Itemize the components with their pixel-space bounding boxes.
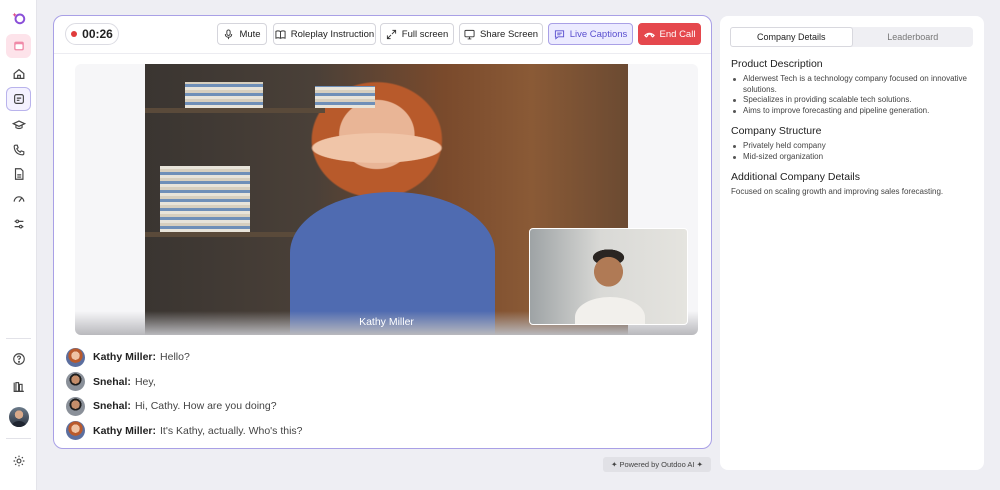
shelf-shape	[145, 232, 305, 237]
gear-icon[interactable]	[6, 449, 31, 473]
company-structure-list: Privately held company Mid-sized organiz…	[731, 141, 971, 162]
roleplay-instruction-button[interactable]: Roleplay Instruction	[273, 23, 376, 45]
transcript-list: Kathy Miller: Hello? Snehal: Hey, Snehal…	[66, 345, 686, 443]
tab-company-details[interactable]: Company Details	[730, 27, 853, 47]
hang-up-icon	[643, 32, 655, 38]
share-screen-label: Share Screen	[479, 28, 539, 40]
analytics-icon[interactable]	[6, 187, 31, 211]
pip-shirt-shape	[575, 297, 645, 324]
additional-details-text: Focused on scaling growth and improving …	[731, 187, 944, 196]
sidebar-divider	[6, 338, 31, 339]
end-call-button[interactable]: End Call	[638, 23, 701, 45]
speaker-name: Snehal:	[93, 375, 131, 388]
help-icon[interactable]	[6, 347, 31, 371]
books-shape	[315, 86, 375, 108]
books-shape	[185, 82, 263, 108]
transcript-line: Kathy Miller: It's Kathy, actually. Who'…	[66, 419, 686, 444]
section-title: Additional Company Details	[731, 171, 860, 183]
full-screen-button[interactable]: Full screen	[380, 23, 454, 45]
book-icon	[275, 29, 286, 39]
home-icon[interactable]	[6, 62, 31, 86]
mute-label: Mute	[239, 28, 261, 40]
microphone-icon	[225, 28, 233, 39]
video-area: Kathy Miller	[75, 64, 698, 335]
roleplay-icon[interactable]	[6, 87, 31, 111]
roleplay-instruction-label: Roleplay Instruction	[290, 28, 375, 40]
books-shape	[160, 166, 250, 232]
additional-details-section: Additional Company Details Focused on sc…	[731, 171, 971, 198]
transcript-line: Snehal: Hey,	[66, 370, 686, 395]
speaker-name: Snehal:	[93, 400, 131, 413]
product-description-section: Product Description Alderwest Tech is a …	[731, 58, 971, 116]
expand-icon	[386, 29, 396, 39]
kathy-avatar	[66, 347, 85, 367]
list-item: Aims to improve forecasting and pipeline…	[731, 106, 971, 117]
list-item: Alderwest Tech is a technology company f…	[731, 74, 971, 95]
live-captions-button[interactable]: Live Captions	[548, 23, 633, 45]
learning-icon[interactable]	[6, 113, 31, 137]
speaker-name: Kathy Miller:	[93, 351, 157, 364]
panel-tabs: Company Details Leaderboard	[730, 27, 973, 47]
self-view-video[interactable]	[529, 228, 688, 325]
section-title: Product Description	[731, 58, 823, 70]
captions-icon	[554, 29, 564, 40]
list-item: Mid-sized organization	[731, 152, 971, 163]
full-screen-label: Full screen	[401, 28, 449, 40]
list-item: Privately held company	[731, 141, 971, 152]
mute-button[interactable]: Mute	[217, 23, 267, 45]
transcript-line: Snehal: Hi, Cathy. How are you doing?	[66, 394, 686, 419]
settings-sliders-icon[interactable]	[6, 212, 31, 236]
snehal-avatar	[66, 372, 85, 392]
share-screen-button[interactable]: Share Screen	[459, 23, 543, 45]
speaker-name: Kathy Miller:	[93, 424, 157, 437]
transcript-line: Kathy Miller: Hello?	[66, 345, 686, 370]
tab-leaderboard[interactable]: Leaderboard	[853, 27, 974, 47]
company-details-content: Product Description Alderwest Tech is a …	[731, 58, 971, 207]
timer-value: 00:26	[82, 27, 113, 41]
transcript-text: Hi, Cathy. How are you doing?	[134, 400, 277, 413]
user-avatar[interactable]	[6, 405, 31, 429]
calendar-app-icon[interactable]	[6, 34, 31, 58]
company-structure-section: Company Structure Privately held company…	[731, 125, 971, 162]
powered-by-badge[interactable]: ✦ Powered by Outdoo AI ✦	[603, 457, 711, 472]
end-call-label: End Call	[659, 28, 696, 40]
shelf-shape	[145, 108, 325, 113]
transcript-text: It's Kathy, actually. Who's this?	[160, 424, 303, 437]
logo-icon[interactable]	[6, 6, 31, 30]
product-description-list: Alderwest Tech is a technology company f…	[731, 74, 971, 116]
documents-icon[interactable]	[6, 162, 31, 186]
transcript-text: Hey,	[134, 375, 156, 388]
list-item: Specializes in providing scalable tech s…	[731, 95, 971, 106]
recording-dot-icon	[71, 31, 78, 37]
kathy-avatar	[66, 421, 85, 441]
calls-icon[interactable]	[6, 138, 31, 162]
section-title: Company Structure	[731, 125, 822, 137]
live-captions-label: Live Captions	[569, 28, 628, 40]
transcript-text: Hello?	[160, 351, 190, 364]
left-sidebar	[0, 0, 37, 490]
call-toolbar: 00:26 Mute Roleplay Instruction Full scr…	[54, 16, 711, 54]
monitor-icon	[464, 29, 475, 39]
library-icon[interactable]	[6, 375, 31, 399]
snehal-avatar	[66, 396, 85, 416]
sidebar-divider	[6, 438, 31, 439]
call-panel: 00:26 Mute Roleplay Instruction Full scr…	[53, 15, 712, 449]
call-timer: 00:26	[65, 23, 119, 45]
details-panel: Company Details Leaderboard Product Desc…	[720, 16, 984, 470]
